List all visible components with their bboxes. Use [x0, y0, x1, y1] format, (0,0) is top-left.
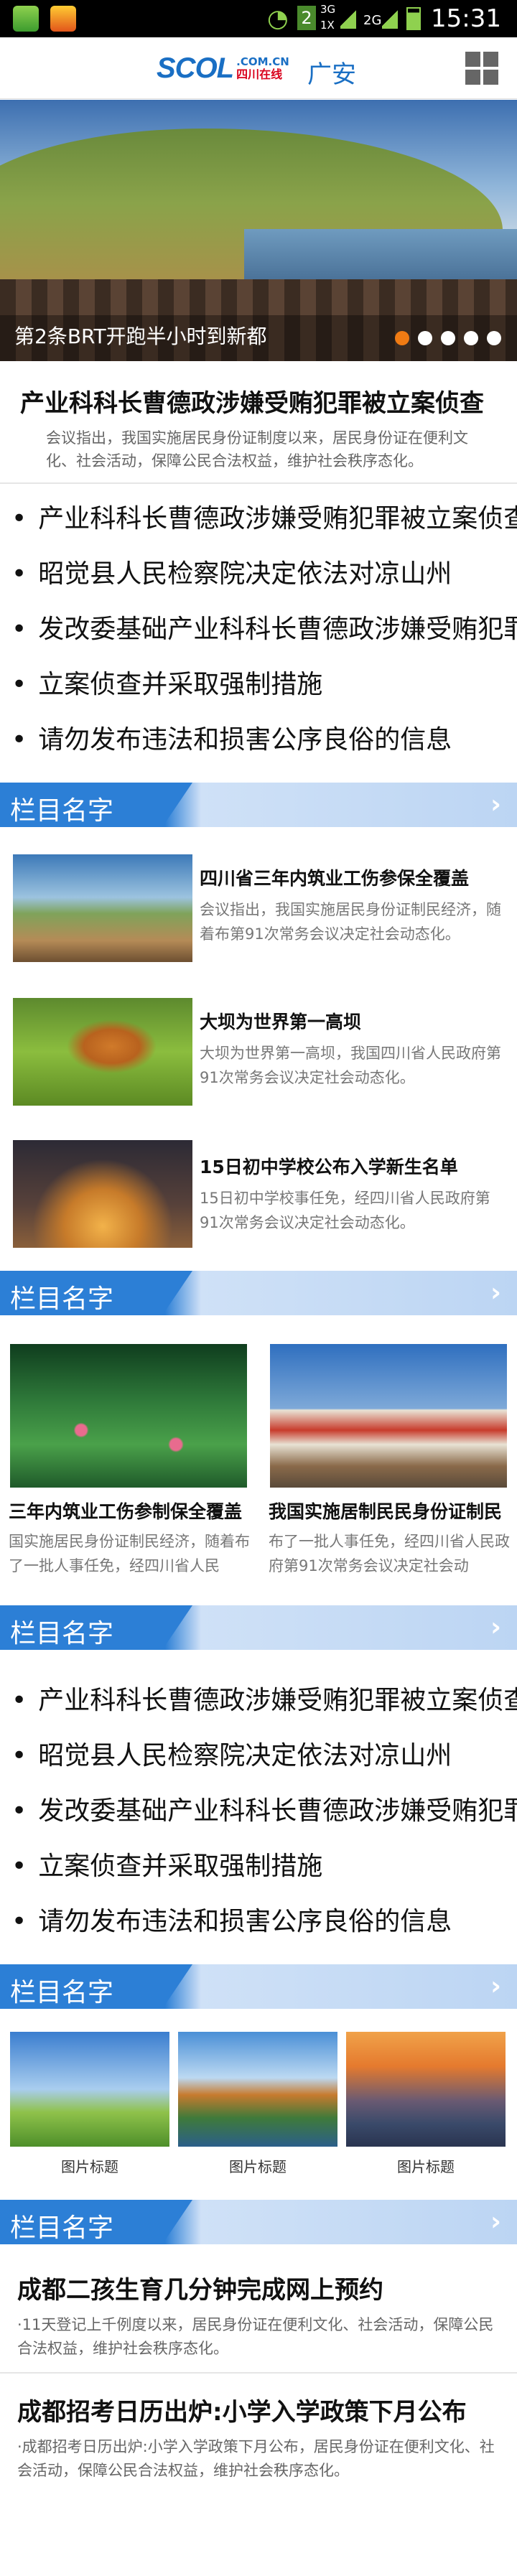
news-title: 大坝为世界第一高坝: [200, 1012, 362, 1032]
gallery-image[interactable]: [178, 2032, 337, 2147]
list-item[interactable]: 昭觉县人民检察院决定依法对凉山州: [0, 1728, 517, 1783]
news-thumbnail: [13, 1140, 192, 1248]
section-header[interactable]: 栏目名字 ›: [0, 1271, 517, 1315]
list-item[interactable]: 请勿发布违法和损害公序良俗的信息: [0, 1894, 517, 1949]
list-item[interactable]: 请勿发布违法和损害公序良俗的信息: [0, 712, 517, 767]
gallery-image[interactable]: [10, 2032, 169, 2147]
section-title: 栏目名字: [10, 796, 114, 826]
net-1x-label: 1X: [320, 19, 335, 32]
net-3g-label: 3G: [320, 3, 336, 16]
status-bar: ◔ 2 3G 1X 2G 15:31: [0, 0, 517, 37]
section-title: 栏目名字: [10, 1978, 114, 2007]
logo-brand: SCOL: [157, 52, 234, 84]
news-title: 四川省三年内筑业工伤参保全覆盖: [200, 868, 470, 889]
chat-app-icon: [13, 6, 39, 32]
slider-dot[interactable]: [395, 331, 409, 345]
news-title: 15日初中学校公布入学新生名单: [200, 1157, 458, 1177]
section-header[interactable]: 栏目名字 ›: [0, 2200, 517, 2244]
gallery-image[interactable]: [346, 2032, 506, 2147]
divider: [0, 482, 517, 484]
photo-gallery: 图片标题 图片标题 图片标题: [0, 2032, 517, 2175]
section-title: 栏目名字: [10, 2213, 114, 2243]
list-item[interactable]: 发改委基础产业科科长曹德政涉嫌受贿犯罪: [0, 602, 517, 657]
chevron-right-icon[interactable]: ›: [490, 1613, 501, 1642]
list-item[interactable]: 昭觉县人民检察院决定依法对凉山州: [0, 546, 517, 602]
card-desc: 国实施居民身份证制民经济，随着布了一批人事任免，经四川省人民: [9, 1533, 250, 1574]
headline-desc: 会议指出，我国实施居民身份证制度以来，居民身份证在便利文化、社会活动，保障公民合…: [46, 429, 468, 470]
notification-app-icon: [50, 6, 76, 32]
card-title: 我国实施居制民民身份证制民: [269, 1501, 503, 1522]
list-item[interactable]: 立案侦查并采取强制措施: [0, 1839, 517, 1894]
banner-slider[interactable]: 第2条BRT开跑半小时到新都: [0, 100, 517, 361]
city-name[interactable]: 广安: [307, 55, 356, 90]
section-header[interactable]: 栏目名字 ›: [0, 783, 517, 827]
site-header: SCOL .COM.CN 四川在线 广安: [0, 37, 517, 99]
card-image: [10, 1344, 247, 1488]
list-item[interactable]: 产业科科长曹德政涉嫌受贿犯罪被立案侦查: [0, 1673, 517, 1728]
section-header[interactable]: 栏目名字 ›: [0, 1964, 517, 2009]
gallery-caption: 图片标题: [397, 2158, 455, 2175]
logo-cn: 四川在线: [236, 67, 283, 81]
section-title: 栏目名字: [10, 1284, 114, 1314]
list-item[interactable]: 发改委基础产业科科长曹德政涉嫌受贿犯罪: [0, 1783, 517, 1839]
article-desc: ·成都招考日历出炉:小学入学政策下月公布，居民身份证在便利文化、社会活动，保障公…: [17, 2438, 495, 2479]
article-title: 成都招考日历出炉:小学入学政策下月公布: [17, 2398, 467, 2427]
gallery-caption: 图片标题: [61, 2158, 118, 2175]
grid-menu-icon[interactable]: [465, 52, 498, 85]
slider-dot[interactable]: [418, 331, 432, 345]
battery-icon: [406, 7, 421, 30]
slider-dots[interactable]: [395, 331, 501, 345]
list-item[interactable]: 立案侦查并采取强制措施: [0, 657, 517, 712]
site-logo[interactable]: SCOL .COM.CN 四川在线: [157, 49, 289, 88]
clock: 15:31: [431, 4, 501, 33]
slider-dot[interactable]: [441, 331, 455, 345]
slider-dot[interactable]: [487, 331, 501, 345]
logo-domain: .COM.CN: [236, 55, 289, 68]
news-thumbnail: [13, 998, 192, 1106]
wifi-icon: ◔: [267, 4, 289, 33]
chevron-right-icon[interactable]: ›: [490, 1971, 501, 2001]
article-title: 成都二孩生育几分钟完成网上预约: [17, 2276, 383, 2305]
news-list: 产业科科长曹德政涉嫌受贿犯罪被立案侦查 昭觉县人民检察院决定依法对凉山州 发改委…: [0, 491, 517, 767]
news-list: 产业科科长曹德政涉嫌受贿犯罪被立案侦查 昭觉县人民检察院决定依法对凉山州 发改委…: [0, 1673, 517, 1949]
chevron-right-icon[interactable]: ›: [490, 2207, 501, 2236]
news-desc: 15日初中学校事任免，经四川省人民政府第91次常务会议决定社会动态化。: [200, 1190, 490, 1231]
headline-title[interactable]: 产业科科长曹德政涉嫌受贿犯罪被立案侦查: [20, 383, 484, 419]
signal-bars-2-icon: [382, 7, 398, 29]
sim-badge: 2: [297, 6, 316, 30]
chevron-right-icon[interactable]: ›: [490, 1278, 501, 1307]
card-title: 三年内筑业工伤参制保全覆盖: [9, 1501, 243, 1522]
section-header[interactable]: 栏目名字 ›: [0, 1605, 517, 1650]
card-image: [270, 1344, 507, 1488]
section-title: 栏目名字: [10, 1619, 114, 1648]
card-desc: 布了一批人事任免，经四川省人民政府第91次常务会议决定社会动: [269, 1533, 510, 1574]
list-item[interactable]: 产业科科长曹德政涉嫌受贿犯罪被立案侦查: [0, 491, 517, 546]
slider-dot[interactable]: [464, 331, 478, 345]
article-desc: ·11天登记上千例度以来，居民身份证在便利文化、社会活动，保障公民合法权益，维护…: [17, 2316, 494, 2357]
gallery-caption: 图片标题: [229, 2158, 287, 2175]
signal-bars-icon: [340, 7, 356, 29]
news-desc: 大坝为世界第一高坝，我国四川省人民政府第91次常务会议决定社会动态化。: [200, 1045, 501, 1086]
banner-caption: 第2条BRT开跑半小时到新都: [14, 325, 267, 348]
divider: [0, 2372, 517, 2374]
news-desc: 会议指出，我国实施居民身份证制民经济，随着布第91次常务会议决定社会动态化。: [200, 901, 501, 943]
news-thumbnail: [13, 854, 192, 962]
net-2g-label: 2G: [363, 13, 382, 28]
chevron-right-icon[interactable]: ›: [490, 790, 501, 819]
